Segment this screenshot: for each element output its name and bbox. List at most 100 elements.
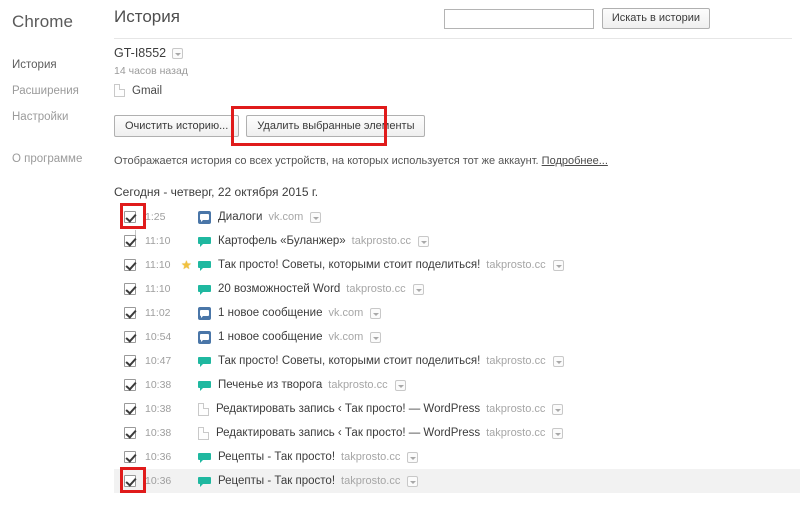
history-row-title[interactable]: Рецепты - Так просто! bbox=[218, 475, 335, 487]
history-row-time: 10:54 bbox=[145, 331, 172, 343]
chevron-down-icon[interactable] bbox=[172, 47, 184, 59]
history-row-checkbox[interactable] bbox=[124, 235, 136, 247]
history-row-title[interactable]: Картофель «Буланжер» bbox=[218, 235, 346, 247]
history-row-title[interactable]: 1 новое сообщение bbox=[218, 307, 322, 319]
favicon-doc-icon bbox=[198, 402, 209, 416]
favicon-vk-icon bbox=[198, 306, 211, 320]
search-button[interactable]: Искать в истории bbox=[601, 8, 710, 29]
history-row-time: 10:38 bbox=[145, 379, 172, 391]
chevron-down-icon[interactable] bbox=[407, 475, 419, 487]
history-row-checkbox[interactable] bbox=[124, 403, 136, 415]
favicon-tp-icon bbox=[198, 283, 211, 296]
history-row-domain: vk.com bbox=[328, 307, 364, 319]
delete-selected-button[interactable]: Удалить выбранные элементы bbox=[246, 115, 426, 137]
history-row-checkbox[interactable] bbox=[124, 283, 136, 295]
sidebar: Chrome История Расширения Настройки О пр… bbox=[0, 0, 110, 514]
chevron-down-icon[interactable] bbox=[407, 451, 419, 463]
history-row-title[interactable]: Рецепты - Так просто! bbox=[218, 451, 335, 463]
history-row-time: 1:25 bbox=[145, 211, 166, 223]
chevron-down-icon[interactable] bbox=[412, 283, 424, 295]
history-content: GT-I8552 14 часов назад Gmail Очистить и… bbox=[114, 40, 800, 514]
history-row-checkbox[interactable] bbox=[124, 307, 136, 319]
chevron-down-icon[interactable] bbox=[394, 379, 406, 391]
history-row-domain: vk.com bbox=[268, 211, 304, 223]
history-row[interactable]: 10:36 Рецепты - Так просто! takprosto.cc bbox=[114, 445, 800, 469]
chevron-down-icon[interactable] bbox=[310, 211, 322, 223]
history-row-time: 10:36 bbox=[145, 451, 172, 463]
sidebar-item-settings[interactable]: Настройки bbox=[0, 104, 110, 130]
history-row-title[interactable]: Печенье из творога bbox=[218, 379, 322, 391]
history-row-domain: takprosto.cc bbox=[351, 235, 411, 247]
favicon-vk-icon bbox=[198, 210, 211, 224]
history-row[interactable]: 11:10 Картофель «Буланжер» takprosto.cc bbox=[114, 229, 800, 253]
chevron-down-icon[interactable] bbox=[552, 355, 564, 367]
chevron-down-icon[interactable] bbox=[370, 307, 382, 319]
history-row[interactable]: 11:02 1 новое сообщение vk.com bbox=[114, 301, 800, 325]
sidebar-item-about[interactable]: О программе bbox=[0, 146, 110, 172]
sidebar-item-history[interactable]: История bbox=[0, 52, 110, 78]
history-row[interactable]: 10:54 1 новое сообщение vk.com bbox=[114, 325, 800, 349]
history-row[interactable]: 1:25 Диалоги vk.com bbox=[114, 203, 800, 237]
history-toolbar: Очистить историю... Удалить выбранные эл… bbox=[114, 106, 800, 146]
history-row-domain: takprosto.cc bbox=[486, 427, 546, 439]
history-row-title[interactable]: Диалоги bbox=[218, 211, 262, 223]
history-row[interactable]: 10:38 Печенье из творога takprosto.cc bbox=[114, 373, 800, 397]
history-row[interactable]: 10:47 Так просто! Советы, которыми стоит … bbox=[114, 349, 800, 373]
history-row-checkbox[interactable] bbox=[124, 259, 136, 271]
history-row-domain: takprosto.cc bbox=[486, 355, 546, 367]
history-row-time: 11:10 bbox=[145, 235, 171, 247]
history-row-title[interactable]: Так просто! Советы, которыми стоит подел… bbox=[218, 355, 480, 367]
history-row-title[interactable]: Редактировать запись ‹ Так просто! — Wor… bbox=[216, 403, 480, 415]
chevron-down-icon[interactable] bbox=[552, 403, 564, 415]
history-row-time: 10:47 bbox=[145, 355, 172, 367]
history-row[interactable]: 10:38 Редактировать запись ‹ Так просто! … bbox=[114, 397, 800, 421]
favicon-vk-icon bbox=[198, 330, 211, 344]
history-row-domain: takprosto.cc bbox=[341, 475, 401, 487]
history-row-domain: takprosto.cc bbox=[486, 259, 546, 271]
history-row-time: 10:36 bbox=[145, 475, 172, 487]
sync-info-text: Отображается история со всех устройств, … bbox=[114, 155, 539, 167]
history-row-time: 10:38 bbox=[145, 427, 172, 439]
history-row-checkbox[interactable] bbox=[124, 427, 136, 439]
history-row[interactable]: 11:10 ★ Так просто! Советы, которыми стоит… bbox=[114, 253, 800, 277]
clear-history-button[interactable]: Очистить историю... bbox=[114, 115, 240, 137]
bookmark-star-icon[interactable]: ★ bbox=[181, 259, 194, 271]
favicon-tp-icon bbox=[198, 235, 211, 248]
history-row[interactable]: 10:36 Рецепты - Так просто! takprosto.cc bbox=[114, 467, 800, 493]
learn-more-link[interactable]: Подробнее... bbox=[542, 155, 608, 167]
sidebar-item-extensions[interactable]: Расширения bbox=[0, 78, 110, 104]
device-entry-gmail[interactable]: Gmail bbox=[114, 84, 800, 97]
day-heading: Сегодня - четверг, 22 октября 2015 г. bbox=[114, 185, 319, 199]
page-title: История bbox=[114, 7, 180, 26]
history-row-title[interactable]: 1 новое сообщение bbox=[218, 331, 322, 343]
history-row[interactable]: 11:10 20 возможностей Word takprosto.cc bbox=[114, 277, 800, 301]
history-row-time: 11:02 bbox=[145, 307, 171, 319]
device-entry-label: Gmail bbox=[132, 84, 163, 97]
history-row-checkbox[interactable] bbox=[124, 475, 136, 487]
device-name: GT-I8552 bbox=[114, 46, 167, 60]
device-header: GT-I8552 bbox=[114, 40, 800, 60]
history-row[interactable]: 10:38 Редактировать запись ‹ Так просто! … bbox=[114, 421, 800, 445]
history-row-checkbox[interactable] bbox=[124, 355, 136, 367]
chevron-down-icon[interactable] bbox=[417, 235, 429, 247]
history-row-checkbox[interactable] bbox=[124, 379, 136, 391]
history-row-domain: takprosto.cc bbox=[328, 379, 388, 391]
history-row-title[interactable]: Так просто! Советы, которыми стоит подел… bbox=[218, 259, 480, 271]
history-row-time: 11:10 bbox=[145, 259, 171, 271]
history-row-checkbox[interactable] bbox=[124, 331, 136, 343]
history-row-domain: takprosto.cc bbox=[346, 283, 406, 295]
chevron-down-icon[interactable] bbox=[552, 427, 564, 439]
search-input[interactable] bbox=[443, 8, 594, 29]
history-row-title[interactable]: Редактировать запись ‹ Так просто! — Wor… bbox=[216, 427, 480, 439]
history-row-checkbox[interactable] bbox=[124, 451, 136, 463]
page-header: История Искать в истории bbox=[110, 0, 800, 38]
chevron-down-icon[interactable] bbox=[552, 259, 564, 271]
sync-info-note: Отображается история со всех устройств, … bbox=[114, 155, 800, 167]
history-row-checkbox[interactable] bbox=[124, 211, 136, 223]
page-icon bbox=[114, 84, 125, 97]
chevron-down-icon[interactable] bbox=[370, 331, 382, 343]
history-row-title[interactable]: 20 возможностей Word bbox=[218, 283, 340, 295]
history-page: Chrome История Расширения Настройки О пр… bbox=[0, 0, 800, 514]
favicon-tp-icon bbox=[198, 379, 211, 392]
